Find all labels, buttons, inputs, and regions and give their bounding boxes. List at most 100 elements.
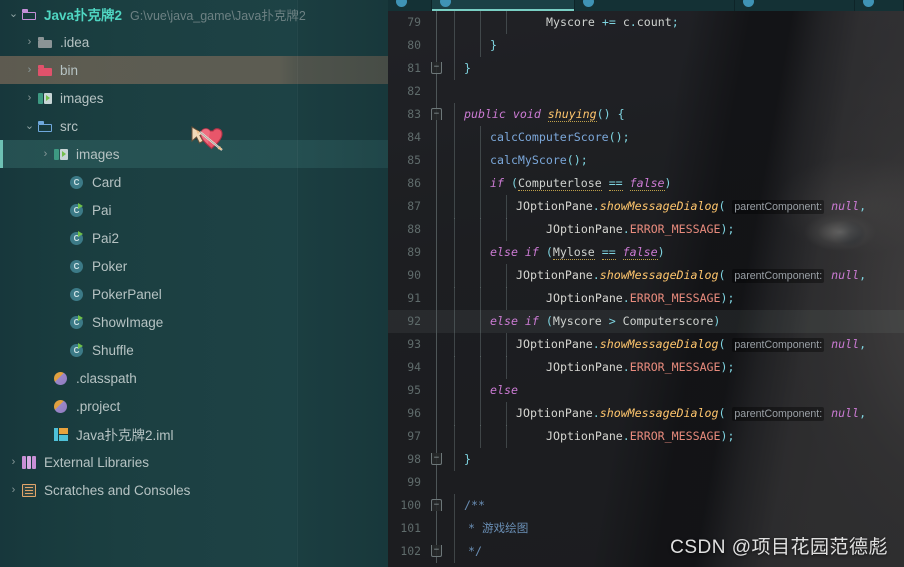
fold-gutter[interactable] [428, 172, 446, 195]
code-line[interactable]: 86 if (Computerlose == false) [388, 172, 904, 195]
fold-gutter[interactable] [428, 195, 446, 218]
line-text[interactable]: JOptionPane.showMessageDialog( parentCom… [446, 194, 904, 219]
fold-gutter[interactable] [428, 425, 446, 448]
editor-tab-3[interactable] [575, 0, 735, 11]
code-line[interactable]: 80} [388, 34, 904, 57]
chevron-down-icon[interactable]: ⌄ [6, 8, 21, 20]
project-tool-window[interactable]: ⌄ Java扑克牌2 G:\vue\java_game\Java扑克牌2 › .idea… [0, 0, 388, 567]
fold-gutter[interactable]: − [428, 494, 446, 517]
code-line[interactable]: 91 JOptionPane.ERROR_MESSAGE); [388, 287, 904, 310]
line-text[interactable]: if (Computerlose == false) [446, 172, 904, 195]
project-file-tree[interactable]: ⌄ Java扑克牌2 G:\vue\java_game\Java扑克牌2 › .idea… [0, 0, 388, 504]
fold-gutter[interactable] [428, 264, 446, 287]
fold-gutter[interactable] [428, 11, 446, 34]
editor-tab-2[interactable] [432, 0, 575, 11]
line-text[interactable]: /** [446, 494, 904, 517]
fold-gutter[interactable] [428, 287, 446, 310]
code-line[interactable]: 85 calcMyScore(); [388, 149, 904, 172]
chevron-right-icon[interactable]: › [6, 456, 21, 468]
line-text[interactable]: Myscore += c.count; [446, 11, 904, 34]
chevron-right-icon[interactable]: › [22, 36, 37, 48]
code-line[interactable]: 81−} [388, 57, 904, 80]
code-line[interactable]: 90 JOptionPane.showMessageDialog( parentC… [388, 263, 904, 288]
fold-gutter[interactable] [428, 471, 446, 494]
code-line[interactable]: 87 JOptionPane.showMessageDialog( parentC… [388, 194, 904, 219]
tree-row-java-2-iml[interactable]: Java扑克牌2.iml [0, 420, 388, 448]
fold-marker-close[interactable]: − [431, 62, 442, 74]
tree-row-idea[interactable]: › .idea [0, 28, 388, 56]
code-line[interactable]: 100−/** [388, 494, 904, 517]
fold-gutter[interactable] [428, 310, 446, 333]
line-text[interactable]: JOptionPane.showMessageDialog( parentCom… [446, 263, 904, 288]
code-line[interactable]: 93 JOptionPane.showMessageDialog( parentC… [388, 332, 904, 357]
code-editor[interactable]: 79 Myscore += c.count; 80} 81−} 82 83− public … [388, 0, 904, 567]
code-line[interactable]: 88 JOptionPane.ERROR_MESSAGE); [388, 218, 904, 241]
fold-gutter[interactable] [428, 402, 446, 425]
tree-row-pokerpanel[interactable]: C PokerPanel [0, 280, 388, 308]
fold-gutter[interactable] [428, 333, 446, 356]
fold-gutter[interactable] [428, 34, 446, 57]
fold-gutter[interactable]: − [428, 448, 446, 471]
code-line[interactable]: 79 Myscore += c.count; [388, 11, 904, 34]
line-text[interactable]: public void shuying() { [446, 103, 904, 126]
tree-row-project[interactable]: .project [0, 392, 388, 420]
code-line[interactable]: 89 else if (Mylose == false) [388, 241, 904, 264]
fold-gutter[interactable] [428, 241, 446, 264]
chevron-right-icon[interactable]: › [38, 148, 53, 160]
tree-row-pai[interactable]: C Pai [0, 196, 388, 224]
tree-row-card[interactable]: C Card [0, 168, 388, 196]
line-text[interactable]: } [446, 448, 904, 471]
tree-row-showimage[interactable]: C ShowImage [0, 308, 388, 336]
fold-gutter[interactable]: − [428, 57, 446, 80]
fold-gutter[interactable] [428, 218, 446, 241]
tree-row-images[interactable]: › images [0, 84, 388, 112]
line-text[interactable]: } [446, 57, 904, 80]
fold-gutter[interactable] [428, 149, 446, 172]
tree-row-images[interactable]: › images [0, 140, 388, 168]
code-line[interactable]: 92 else if (Myscore > Computerscore) [388, 310, 904, 333]
line-text[interactable]: } [446, 34, 904, 57]
tree-row-external-libraries[interactable]: › External Libraries [0, 448, 388, 476]
line-text[interactable]: JOptionPane.showMessageDialog( parentCom… [446, 332, 904, 357]
fold-gutter[interactable] [428, 80, 446, 103]
fold-gutter[interactable]: − [428, 540, 446, 563]
line-text[interactable]: calcMyScore(); [446, 149, 904, 172]
line-text[interactable]: else [446, 379, 904, 402]
fold-marker-close[interactable]: − [431, 545, 442, 557]
code-line[interactable]: 83− public void shuying() { [388, 103, 904, 126]
tree-row-shuffle[interactable]: C Shuffle [0, 336, 388, 364]
tree-row-poker[interactable]: C Poker [0, 252, 388, 280]
tree-row-project-root[interactable]: ⌄ Java扑克牌2 G:\vue\java_game\Java扑克牌2 [0, 0, 388, 28]
editor-tab-strip[interactable] [388, 0, 904, 11]
chevron-right-icon[interactable]: › [22, 92, 37, 104]
fold-gutter[interactable] [428, 356, 446, 379]
tree-row-scratches-and-consoles[interactable]: › Scratches and Consoles [0, 476, 388, 504]
code-line[interactable]: 95 else [388, 379, 904, 402]
fold-marker-open[interactable]: − [431, 108, 442, 120]
tree-row-bin[interactable]: › bin [0, 56, 388, 84]
fold-gutter[interactable] [428, 517, 446, 540]
code-content[interactable]: 79 Myscore += c.count; 80} 81−} 82 83− public … [388, 11, 904, 567]
line-text[interactable]: else if (Mylose == false) [446, 241, 904, 264]
line-text[interactable]: JOptionPane.ERROR_MESSAGE); [446, 287, 904, 310]
code-line[interactable]: 97 JOptionPane.ERROR_MESSAGE); [388, 425, 904, 448]
editor-tab-0[interactable] [388, 0, 432, 11]
fold-gutter[interactable] [428, 126, 446, 149]
code-line[interactable]: 84 calcComputerScore(); [388, 126, 904, 149]
line-text[interactable]: JOptionPane.ERROR_MESSAGE); [446, 425, 904, 448]
tree-row-pai2[interactable]: C Pai2 [0, 224, 388, 252]
fold-gutter[interactable] [428, 379, 446, 402]
chevron-right-icon[interactable]: › [6, 484, 21, 496]
code-line[interactable]: 99 [388, 471, 904, 494]
code-line[interactable]: 98−} [388, 448, 904, 471]
code-line[interactable]: 96 JOptionPane.showMessageDialog( parentC… [388, 401, 904, 426]
line-text[interactable]: JOptionPane.ERROR_MESSAGE); [446, 218, 904, 241]
line-text[interactable]: JOptionPane.showMessageDialog( parentCom… [446, 401, 904, 426]
line-text[interactable]: else if (Myscore > Computerscore) [446, 310, 904, 333]
chevron-right-icon[interactable]: › [22, 64, 37, 76]
fold-marker-close[interactable]: − [431, 453, 442, 465]
editor-tab-4[interactable] [735, 0, 855, 11]
tree-row-src[interactable]: ⌄ src [0, 112, 388, 140]
editor-tab-5[interactable] [855, 0, 904, 11]
chevron-down-icon[interactable]: ⌄ [22, 120, 37, 132]
